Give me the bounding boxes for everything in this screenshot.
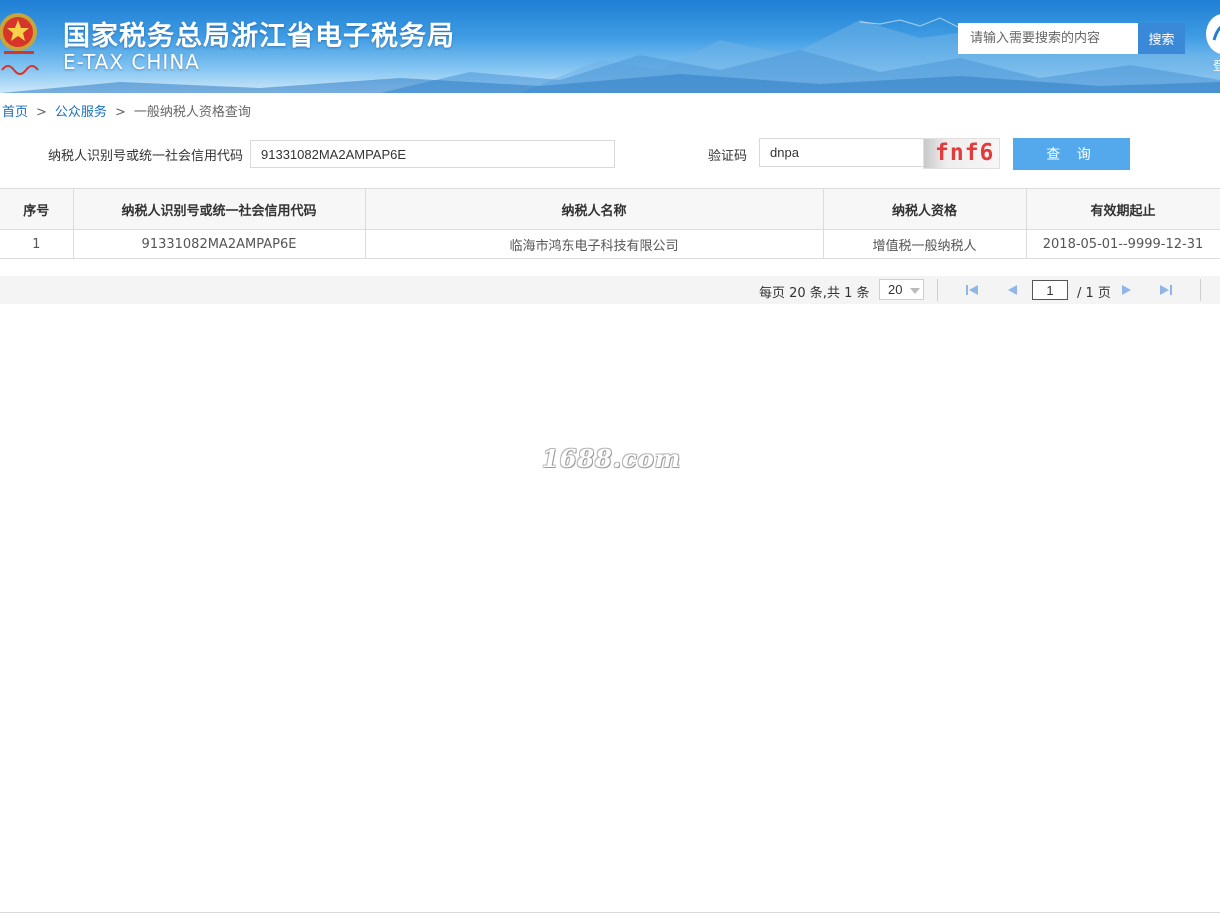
- search-button[interactable]: 搜索: [1138, 23, 1185, 54]
- pagination-bar: 每页 20 条,共 1 条 20 / 1 页: [0, 276, 1220, 304]
- taxpayer-id-label: 纳税人识别号或统一社会信用代码: [48, 149, 244, 164]
- captcha-input[interactable]: [759, 138, 924, 167]
- captcha-image[interactable]: fnf6: [923, 138, 1000, 169]
- page-number-input[interactable]: [1032, 280, 1068, 300]
- total-pages: / 1 页: [1077, 286, 1111, 301]
- pager-info: 每页 20 条,共 1 条: [759, 286, 870, 301]
- breadcrumb-section[interactable]: 公众服务: [55, 105, 107, 120]
- column-header-qualification: 纳税人资格: [822, 188, 1027, 230]
- taxpayer-id-input[interactable]: [250, 140, 615, 168]
- column-header-index: 序号: [0, 188, 74, 230]
- captcha-label: 验证码: [708, 149, 748, 164]
- login-label[interactable]: 登: [1213, 57, 1220, 74]
- results-table: 序号 纳税人识别号或统一社会信用代码 纳税人名称 纳税人资格 有效期起止 1 9…: [0, 188, 1220, 259]
- first-page-icon[interactable]: [965, 283, 979, 297]
- last-page-icon[interactable]: [1159, 283, 1173, 297]
- cell-taxpayer-id: 91331082MA2AMPAP6E: [72, 229, 366, 259]
- divider: [1200, 279, 1201, 301]
- page-size-value: 20: [888, 282, 903, 297]
- search-input[interactable]: [958, 23, 1138, 54]
- cell-validity: 2018-05-01--9999-12-31: [1025, 229, 1220, 259]
- column-header-taxpayer-id: 纳税人识别号或统一社会信用代码: [72, 188, 366, 230]
- emblem-icon: [0, 13, 39, 75]
- next-page-icon[interactable]: [1120, 283, 1134, 297]
- query-button[interactable]: 查 询: [1013, 138, 1130, 170]
- header-banner: 国家税务总局浙江省电子税务局 E-TAX CHINA 搜索 登: [0, 0, 1220, 93]
- site-title: 国家税务总局浙江省电子税务局: [63, 21, 455, 52]
- cell-qualification: 增值税一般纳税人: [822, 229, 1027, 259]
- site-subtitle: E-TAX CHINA: [63, 50, 200, 74]
- breadcrumb-separator: >: [36, 105, 47, 120]
- prev-page-icon[interactable]: [1005, 283, 1019, 297]
- breadcrumb-home[interactable]: 首页: [2, 105, 28, 120]
- column-header-validity: 有效期起止: [1025, 188, 1220, 230]
- divider: [937, 279, 938, 301]
- table-row: 1 91331082MA2AMPAP6E 临海市鸿东电子科技有限公司 增值税一般…: [0, 229, 1220, 259]
- bottom-divider: [0, 912, 1220, 913]
- cell-index: 1: [0, 229, 74, 259]
- captcha-image-text: fnf6: [935, 140, 995, 166]
- page-size-select[interactable]: 20: [879, 279, 924, 300]
- breadcrumb: 首页 > 公众服务 > 一般纳税人资格查询: [2, 101, 251, 120]
- breadcrumb-current: 一般纳税人资格查询: [133, 105, 251, 120]
- column-header-taxpayer-name: 纳税人名称: [364, 188, 824, 230]
- breadcrumb-separator: >: [114, 105, 126, 120]
- cell-taxpayer-name: 临海市鸿东电子科技有限公司: [364, 229, 824, 259]
- caret-down-icon: [910, 288, 920, 294]
- table-header-row: 序号 纳税人识别号或统一社会信用代码 纳税人名称 纳税人资格 有效期起止: [0, 188, 1220, 230]
- watermark: 1688.com: [542, 444, 682, 473]
